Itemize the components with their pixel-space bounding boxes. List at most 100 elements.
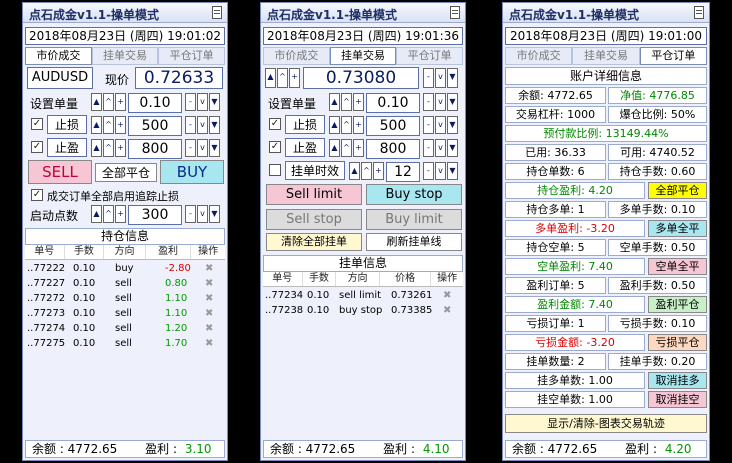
tp-down-fast-icon[interactable]: ▼ bbox=[209, 139, 220, 157]
tab-pending[interactable]: 挂单交易 bbox=[572, 47, 640, 65]
expiry-minus-icon[interactable]: - bbox=[423, 162, 434, 180]
sl-minus-icon[interactable]: - bbox=[423, 116, 434, 134]
close-losing-button[interactable]: 亏损平仓 bbox=[648, 334, 707, 351]
tp-plus-icon[interactable]: + bbox=[115, 139, 126, 157]
lot-up-icon[interactable]: ^ bbox=[103, 93, 114, 111]
tp-input[interactable]: 800 bbox=[128, 139, 182, 159]
price-down-fast-icon[interactable]: ▼ bbox=[447, 68, 458, 88]
sl-up-icon[interactable]: ^ bbox=[341, 116, 352, 134]
tp-checkbox[interactable]: ✓ bbox=[31, 141, 43, 153]
sl-minus-icon[interactable]: - bbox=[185, 116, 196, 134]
expiry-checkbox[interactable] bbox=[269, 164, 281, 176]
sl-up-fast-icon[interactable]: ▲ bbox=[329, 116, 340, 134]
tp-down-fast-icon[interactable]: ▼ bbox=[447, 139, 458, 157]
tp-up-icon[interactable]: ^ bbox=[341, 139, 352, 157]
start-minus-icon[interactable]: - bbox=[185, 205, 196, 223]
lot-down-icon[interactable]: v bbox=[197, 93, 208, 111]
lot-up-icon[interactable]: ^ bbox=[341, 93, 352, 111]
tab-pending[interactable]: 挂单交易 bbox=[329, 47, 397, 65]
sell-button[interactable]: SELL bbox=[28, 160, 92, 184]
lot-input[interactable]: 0.10 bbox=[128, 93, 182, 113]
lot-up-fast-icon[interactable]: ▲ bbox=[329, 93, 340, 111]
tab-close[interactable]: 平仓订单 bbox=[639, 47, 707, 65]
price-minus-icon[interactable]: - bbox=[423, 68, 434, 88]
close-long-button[interactable]: 多单全平 bbox=[648, 220, 707, 237]
sell-stop-button[interactable]: Sell stop bbox=[266, 209, 362, 230]
expiry-down-icon[interactable]: v bbox=[435, 162, 446, 180]
tp-up-fast-icon[interactable]: ▲ bbox=[91, 139, 102, 157]
lot-down-icon[interactable]: v bbox=[435, 93, 446, 111]
close-order-icon[interactable]: ✖ bbox=[205, 321, 213, 336]
buy-limit-button[interactable]: Buy limit bbox=[366, 209, 462, 230]
sell-limit-button[interactable]: Sell limit bbox=[266, 184, 362, 205]
close-order-icon[interactable]: ✖ bbox=[205, 306, 213, 321]
trailing-checkbox[interactable]: ✓ bbox=[31, 189, 43, 201]
price-up-icon[interactable]: ^ bbox=[277, 68, 288, 88]
sl-down-icon[interactable]: v bbox=[435, 116, 446, 134]
tp-up-fast-icon[interactable]: ▲ bbox=[329, 139, 340, 157]
refresh-lines-button[interactable]: 刷新挂单线 bbox=[366, 233, 462, 251]
lot-down-fast-icon[interactable]: ▼ bbox=[447, 93, 458, 111]
tab-pending[interactable]: 挂单交易 bbox=[91, 47, 159, 65]
close-all-button[interactable]: 全部平仓 bbox=[95, 163, 157, 182]
expiry-up-icon[interactable]: ^ bbox=[361, 162, 372, 180]
tp-plus-icon[interactable]: + bbox=[353, 139, 364, 157]
close-short-button[interactable]: 空单全平 bbox=[648, 258, 707, 275]
sl-up-fast-icon[interactable]: ▲ bbox=[91, 116, 102, 134]
tp-minus-icon[interactable]: - bbox=[423, 139, 434, 157]
tp-input[interactable]: 800 bbox=[366, 139, 420, 159]
delete-order-icon[interactable]: ✖ bbox=[443, 288, 451, 303]
sl-down-fast-icon[interactable]: ▼ bbox=[447, 116, 458, 134]
tab-close[interactable]: 平仓订单 bbox=[396, 47, 464, 65]
start-points-input[interactable]: 300 bbox=[128, 205, 182, 225]
sl-checkbox[interactable]: ✓ bbox=[31, 118, 43, 130]
lot-down-fast-icon[interactable]: ▼ bbox=[209, 93, 220, 111]
tp-down-icon[interactable]: v bbox=[197, 139, 208, 157]
start-down-icon[interactable]: v bbox=[197, 205, 208, 223]
start-up-icon[interactable]: ^ bbox=[103, 205, 114, 223]
delete-order-icon[interactable]: ✖ bbox=[443, 303, 451, 318]
cancel-sell-pending-button[interactable]: 取消挂空 bbox=[648, 391, 707, 408]
close-all-button[interactable]: 全部平仓 bbox=[648, 182, 707, 199]
lot-minus-icon[interactable]: - bbox=[185, 93, 196, 111]
lot-minus-icon[interactable]: - bbox=[423, 93, 434, 111]
sl-checkbox[interactable]: ✓ bbox=[269, 118, 281, 130]
expiry-down-fast-icon[interactable]: ▼ bbox=[447, 162, 458, 180]
tp-down-icon[interactable]: v bbox=[435, 139, 446, 157]
panel-titlebar[interactable]: 点石成金v1.1-操单模式 bbox=[261, 3, 465, 23]
price-plus-icon[interactable]: + bbox=[289, 68, 300, 88]
sl-up-icon[interactable]: ^ bbox=[103, 116, 114, 134]
close-order-icon[interactable]: ✖ bbox=[205, 291, 213, 306]
tp-minus-icon[interactable]: - bbox=[185, 139, 196, 157]
document-icon[interactable] bbox=[694, 6, 704, 19]
price-down-icon[interactable]: v bbox=[435, 68, 446, 88]
sl-down-icon[interactable]: v bbox=[197, 116, 208, 134]
panel-titlebar[interactable]: 点石成金v1.1-操单模式 bbox=[503, 3, 709, 23]
close-order-icon[interactable]: ✖ bbox=[205, 276, 213, 291]
close-order-icon[interactable]: ✖ bbox=[205, 336, 213, 351]
sl-input[interactable]: 500 bbox=[366, 116, 420, 136]
buy-button[interactable]: BUY bbox=[160, 160, 224, 184]
panel-titlebar[interactable]: 点石成金v1.1-操单模式 bbox=[23, 3, 227, 23]
expiry-input[interactable]: 12 bbox=[386, 162, 420, 182]
document-icon[interactable] bbox=[450, 6, 460, 19]
tab-market[interactable]: 市价成交 bbox=[263, 47, 330, 65]
lot-up-fast-icon[interactable]: ▲ bbox=[91, 93, 102, 111]
start-down-fast-icon[interactable]: ▼ bbox=[209, 205, 220, 223]
sl-plus-icon[interactable]: + bbox=[353, 116, 364, 134]
expiry-plus-icon[interactable]: + bbox=[373, 162, 384, 180]
start-up-fast-icon[interactable]: ▲ bbox=[91, 205, 102, 223]
sl-plus-icon[interactable]: + bbox=[115, 116, 126, 134]
sl-down-fast-icon[interactable]: ▼ bbox=[209, 116, 220, 134]
start-plus-icon[interactable]: + bbox=[115, 205, 126, 223]
sl-input[interactable]: 500 bbox=[128, 116, 182, 136]
tab-close[interactable]: 平仓订单 bbox=[158, 47, 226, 65]
tab-market[interactable]: 市价成交 bbox=[25, 47, 92, 65]
price-up-fast-icon[interactable]: ▲ bbox=[265, 68, 276, 88]
tp-checkbox[interactable]: ✓ bbox=[269, 141, 281, 153]
clear-pending-button[interactable]: 清除全部挂单 bbox=[266, 233, 362, 251]
toggle-chart-trail-button[interactable]: 显示/清除-图表交易轨迹 bbox=[505, 414, 707, 433]
close-order-icon[interactable]: ✖ bbox=[205, 261, 213, 276]
close-winning-button[interactable]: 盈利平仓 bbox=[648, 296, 707, 313]
lot-input[interactable]: 0.10 bbox=[366, 93, 420, 113]
